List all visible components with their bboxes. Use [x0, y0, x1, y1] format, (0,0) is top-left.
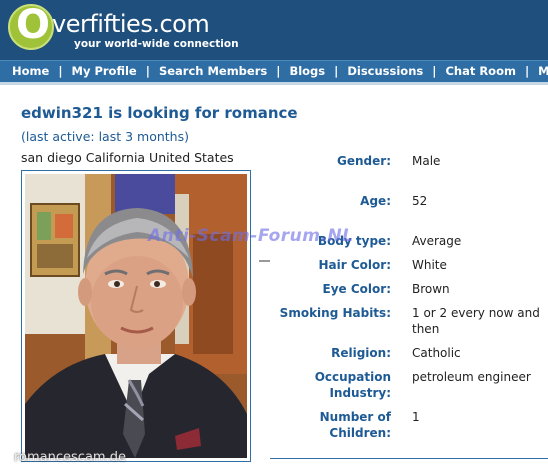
profile-photo[interactable] [25, 174, 247, 458]
nav-item-more[interactable]: M [538, 64, 548, 78]
nav-separator: | [145, 64, 150, 78]
gender-value: Male [412, 154, 441, 168]
religion-value: Catholic [412, 346, 461, 360]
age-label: Age: [360, 194, 391, 208]
profile-photo-image [25, 174, 247, 458]
profile-location: san diego California United States [21, 150, 234, 165]
details-bottom-rule [270, 458, 548, 459]
religion-label: Religion: [331, 346, 391, 360]
logo-initial: O [15, 2, 50, 48]
logo-wordmark: verfifties.com [52, 10, 210, 38]
nav-separator: | [58, 64, 63, 78]
eye-color-value: Brown [412, 282, 450, 296]
logo-tagline: your world-wide connection [74, 38, 239, 50]
site-stamp-text: romancescam.de [14, 450, 126, 465]
eye-color-label: Eye Color: [322, 282, 391, 296]
number-of-children-value: 1 [412, 410, 420, 424]
nav-underline [0, 82, 548, 85]
smoking-habits-value: 1 or 2 every now and then [412, 306, 540, 336]
nav-separator: | [334, 64, 339, 78]
nav-separator: | [276, 64, 281, 78]
occupation-industry-label: Occupation Industry: [314, 370, 391, 400]
nav-item-chat-room[interactable]: Chat Room [445, 64, 516, 78]
main-nav: Home | My Profile | Search Members | Blogs | Dis… [0, 60, 548, 82]
nav-separator: | [432, 64, 437, 78]
nav-item-discussions[interactable]: Discussions [347, 64, 423, 78]
nav-item-home[interactable]: Home [12, 64, 49, 78]
occupation-industry-value: petroleum engineer [412, 370, 531, 384]
watermark-text: Anti-Scam-Forum.NL [148, 226, 354, 246]
profile-photo-frame [21, 170, 251, 462]
nav-item-blogs[interactable]: Blogs [289, 64, 325, 78]
nav-item-search-members[interactable]: Search Members [159, 64, 267, 78]
last-active-status: (last active: last 3 months) [21, 129, 189, 144]
hair-color-label: Hair Color: [318, 258, 391, 272]
gender-label: Gender: [337, 154, 391, 168]
hair-color-value: White [412, 258, 447, 272]
smoking-habits-label: Smoking Habits: [279, 306, 391, 320]
nav-separator: | [524, 64, 530, 78]
site-logo[interactable]: O verfifties.com your world-wide connect… [8, 2, 239, 56]
body-type-value: Average [412, 234, 462, 248]
number-of-children-label: Number of Children: [319, 410, 391, 440]
nav-list: Home | My Profile | Search Members | Blogs | Dis… [12, 64, 548, 78]
nav-item-my-profile[interactable]: My Profile [72, 64, 137, 78]
site-header: O verfifties.com your world-wide connect… [0, 0, 548, 60]
age-value: 52 [412, 194, 428, 208]
profile-title: edwin321 is looking for romance [21, 104, 298, 122]
